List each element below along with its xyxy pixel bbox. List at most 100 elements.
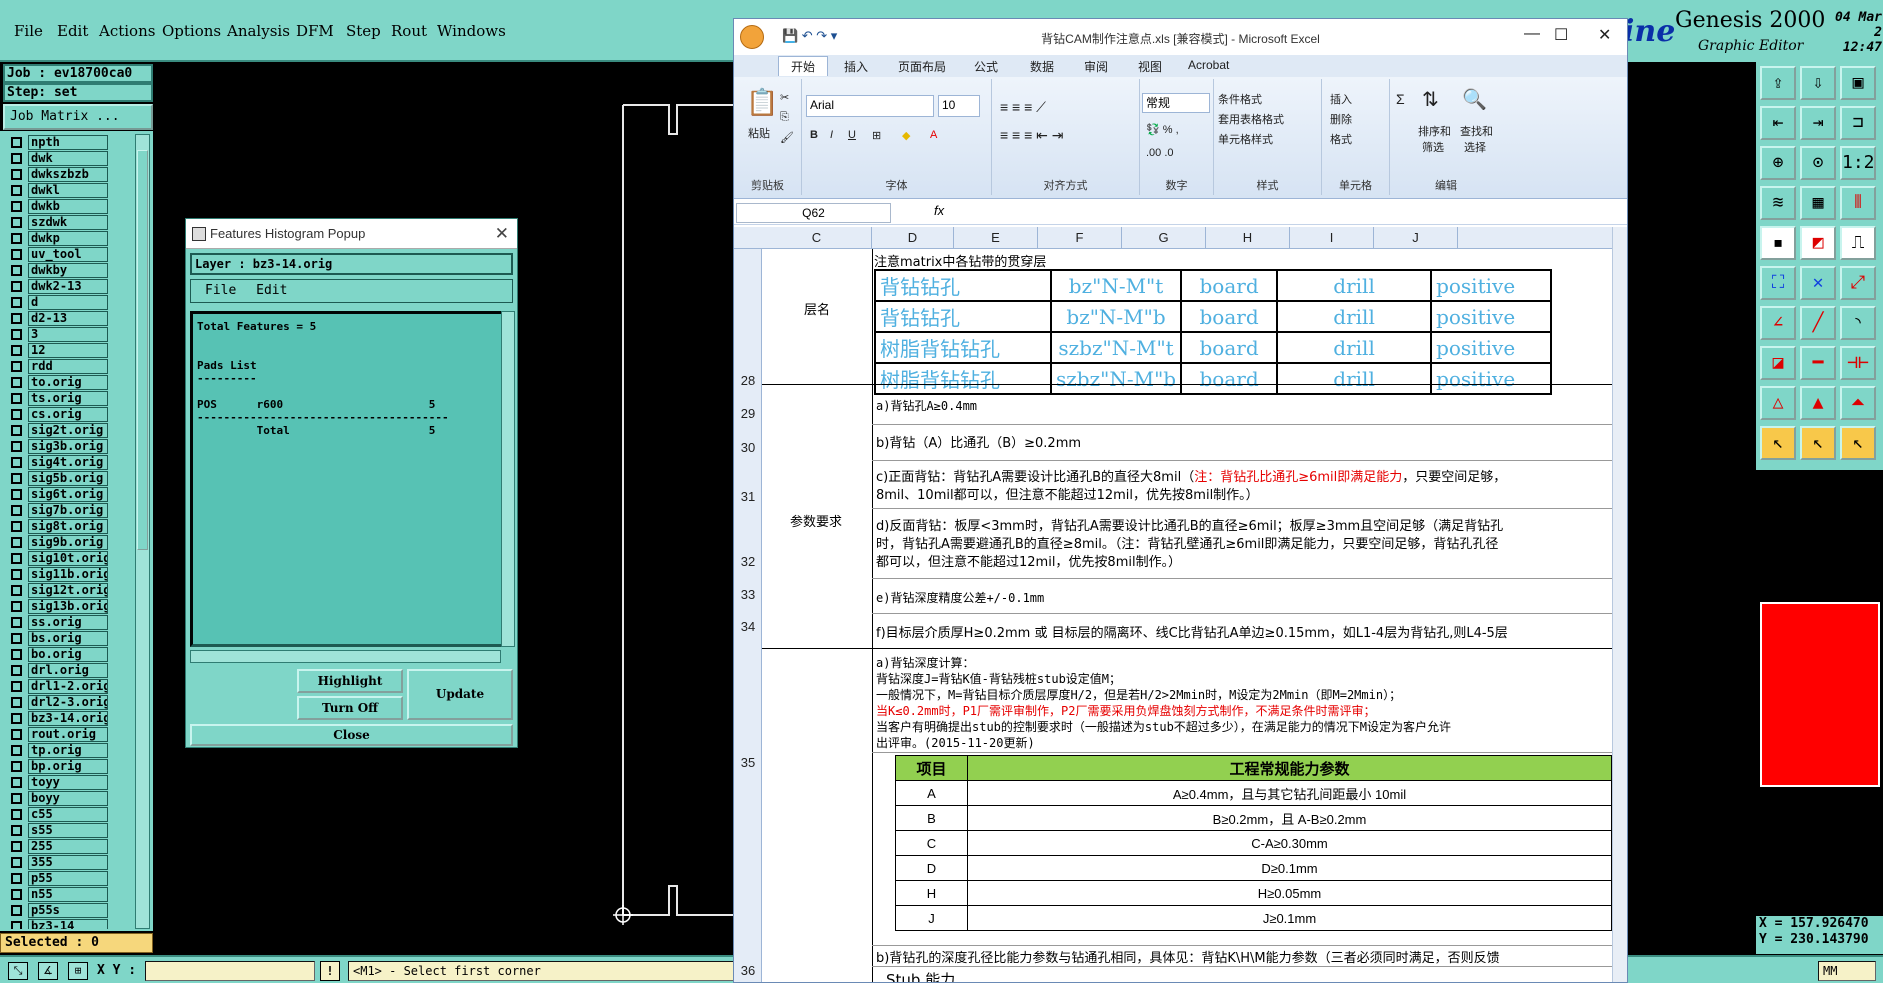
cell-d27[interactable]: 注意matrix中各钻带的贯穿层	[874, 251, 1046, 270]
name-box[interactable]: Q62	[736, 203, 891, 223]
cell-r32[interactable]: d)反面背钻：板厚<3mm时，背钻孔A需要设计比通孔B的直径≥6mil；板厚≥3…	[876, 515, 1503, 534]
units-indicator[interactable]: MM	[1818, 961, 1876, 981]
layer-row[interactable]: uv_tool	[3, 246, 127, 262]
layer-row[interactable]: dwkb	[3, 198, 127, 214]
layer-row[interactable]: dwk2-13	[3, 278, 127, 294]
border-icon[interactable]: ⊞	[872, 129, 881, 142]
zoom-window-icon[interactable]: ⊐	[1840, 106, 1876, 140]
scrollbar-thumb[interactable]	[137, 150, 148, 550]
tab-data[interactable]: 数据	[1030, 58, 1054, 75]
table-cell[interactable]: positive	[1430, 300, 1553, 333]
table-cell[interactable]: 背钻钻孔	[874, 269, 1052, 302]
layer-name[interactable]: sig7b.orig	[28, 502, 108, 518]
cell-r31[interactable]: c)正面背钻：背钻孔A需要设计比通孔B的直径大8mil（注：背钻孔比通孔≥6mi…	[876, 466, 1506, 485]
grid-mode-icon[interactable]: ⊞	[68, 962, 88, 980]
find-icon[interactable]: 🔍	[1462, 87, 1487, 112]
layer-checkbox[interactable]	[11, 200, 22, 212]
triangle-icon[interactable]: △	[1760, 386, 1796, 420]
table-cell[interactable]: positive	[1430, 331, 1553, 364]
connect-icon[interactable]: ⛶	[1760, 266, 1796, 300]
cell-r30[interactable]: b)背钻（A）比通孔（B）≥0.2mm	[876, 432, 1081, 451]
cell-r35-3[interactable]: 一般情况下，M=背钻目标介质层厚度H/2，但是若H/2>2Mmin时，M设定为2…	[876, 686, 1401, 703]
decimal-icon[interactable]: .00 .0	[1146, 147, 1174, 159]
measure-icon[interactable]: ⎍	[1840, 226, 1876, 260]
layer-row[interactable]: sig8t.orig	[3, 518, 127, 534]
insert-cells-button[interactable]: 插入	[1330, 91, 1352, 107]
layer-name[interactable]: c55	[28, 806, 108, 822]
format-painter-icon[interactable]: 🖌	[780, 131, 794, 144]
table-cell[interactable]: drill	[1276, 269, 1433, 302]
table-cell[interactable]: board	[1180, 300, 1279, 333]
layer-name[interactable]: bs.orig	[28, 630, 108, 646]
close-window-icon[interactable]: ✕	[1598, 25, 1611, 45]
select-box-icon[interactable]: ▪	[1760, 226, 1796, 260]
layer-name[interactable]: 355	[28, 854, 108, 870]
bold-icon[interactable]: B	[810, 129, 818, 141]
layer-name[interactable]: sig2t.orig	[28, 422, 108, 438]
layer-row[interactable]: dwkl	[3, 182, 127, 198]
layer-name[interactable]: sig8t.orig	[28, 518, 108, 534]
layer-row[interactable]: p55s	[3, 902, 127, 918]
open-step-icon[interactable]: ⇪	[1760, 66, 1796, 100]
tab-page-layout[interactable]: 页面布局	[898, 58, 946, 75]
table-cell[interactable]: H≥0.05mm	[967, 880, 1612, 906]
cell-r36[interactable]: b)背钻孔的深度孔径比能力参数与钻通孔相同，具体见：背钻K\H\M能力参数（三者…	[876, 947, 1500, 966]
tab-review[interactable]: 审阅	[1084, 58, 1108, 75]
layer-checkbox[interactable]	[11, 328, 22, 340]
column-header[interactable]: J	[1374, 227, 1458, 249]
layer-checkbox[interactable]	[11, 136, 22, 148]
layer-row[interactable]: dwkszbzb	[3, 166, 127, 182]
tab-home[interactable]: 开始	[778, 56, 829, 76]
delete-cells-button[interactable]: 删除	[1330, 111, 1352, 127]
layer-checkbox[interactable]	[11, 504, 22, 516]
histogram-hscroll[interactable]	[190, 650, 501, 663]
table-cell[interactable]: J	[895, 905, 968, 931]
layer-name[interactable]: uv_tool	[28, 246, 108, 262]
cell-r32-line2[interactable]: 时，背钻孔A需要避通孔B的直径≥8mil。（注：背钻孔壁通孔≥6mil即满足能力…	[876, 533, 1498, 552]
layer-row[interactable]: bs.orig	[3, 630, 127, 646]
layer-checkbox[interactable]	[11, 904, 22, 916]
layer-row[interactable]: 3	[3, 326, 127, 342]
layer-name[interactable]: sig5b.orig	[28, 470, 108, 486]
triangle2-icon[interactable]: ▲	[1800, 386, 1836, 420]
excel-titlebar[interactable]: 💾 ↶ ↷ ▾ 背钻CAM制作注意点.xls [兼容模式] - Microsof…	[734, 19, 1627, 55]
fill-color-icon[interactable]: ◆	[902, 129, 910, 142]
layer-name[interactable]: bz3-14	[28, 918, 108, 929]
table-cell[interactable]: bz"N-M"b	[1049, 300, 1183, 333]
layer-checkbox[interactable]	[11, 872, 22, 884]
row-header[interactable]: 33	[734, 587, 762, 602]
layer-row[interactable]: dwkp	[3, 230, 127, 246]
row-header[interactable]: 35	[734, 755, 762, 770]
table-format-button[interactable]: 套用表格格式	[1218, 111, 1284, 127]
layer-row[interactable]: sig11b.orig	[3, 566, 127, 582]
tab-insert[interactable]: 插入	[844, 58, 868, 75]
copy-icon[interactable]: ⎘	[780, 111, 789, 124]
row-header[interactable]: 28	[734, 373, 762, 388]
layer-row[interactable]: bo.orig	[3, 646, 127, 662]
layer-row[interactable]: ss.orig	[3, 614, 127, 630]
close-button[interactable]: Close	[190, 724, 513, 746]
layer-name[interactable]: dwkl	[28, 182, 108, 198]
layer-checkbox[interactable]	[11, 600, 22, 612]
layer-checkbox[interactable]	[11, 536, 22, 548]
layer-name[interactable]: dwkszbzb	[28, 166, 108, 182]
layer-checkbox[interactable]	[11, 488, 22, 500]
dim-icon[interactable]: ⊣⊢	[1840, 346, 1876, 380]
layer-name[interactable]: rout.orig	[28, 726, 108, 742]
table-cell[interactable]: board	[1180, 331, 1279, 364]
layer-name[interactable]: dwkby	[28, 262, 108, 278]
minimize-icon[interactable]: —	[1524, 25, 1540, 43]
layer-checkbox[interactable]	[11, 456, 22, 468]
menu-rout[interactable]: Rout	[391, 22, 427, 40]
column-header[interactable]: C	[762, 227, 872, 249]
layer-checkbox[interactable]	[11, 744, 22, 756]
layer-checkbox[interactable]	[11, 296, 22, 308]
menu-analysis[interactable]: Analysis	[227, 22, 290, 40]
layer-name[interactable]: sig10t.orig	[28, 550, 108, 566]
layer-checkbox[interactable]	[11, 344, 22, 356]
menu-actions[interactable]: Actions	[99, 22, 155, 40]
layer-name[interactable]: p55	[28, 870, 108, 886]
table-cell[interactable]: A≥0.4mm，且与其它钻孔间距最小 10mil	[967, 780, 1612, 806]
layer-row[interactable]: cs.orig	[3, 406, 127, 422]
layer-checkbox[interactable]	[11, 712, 22, 724]
